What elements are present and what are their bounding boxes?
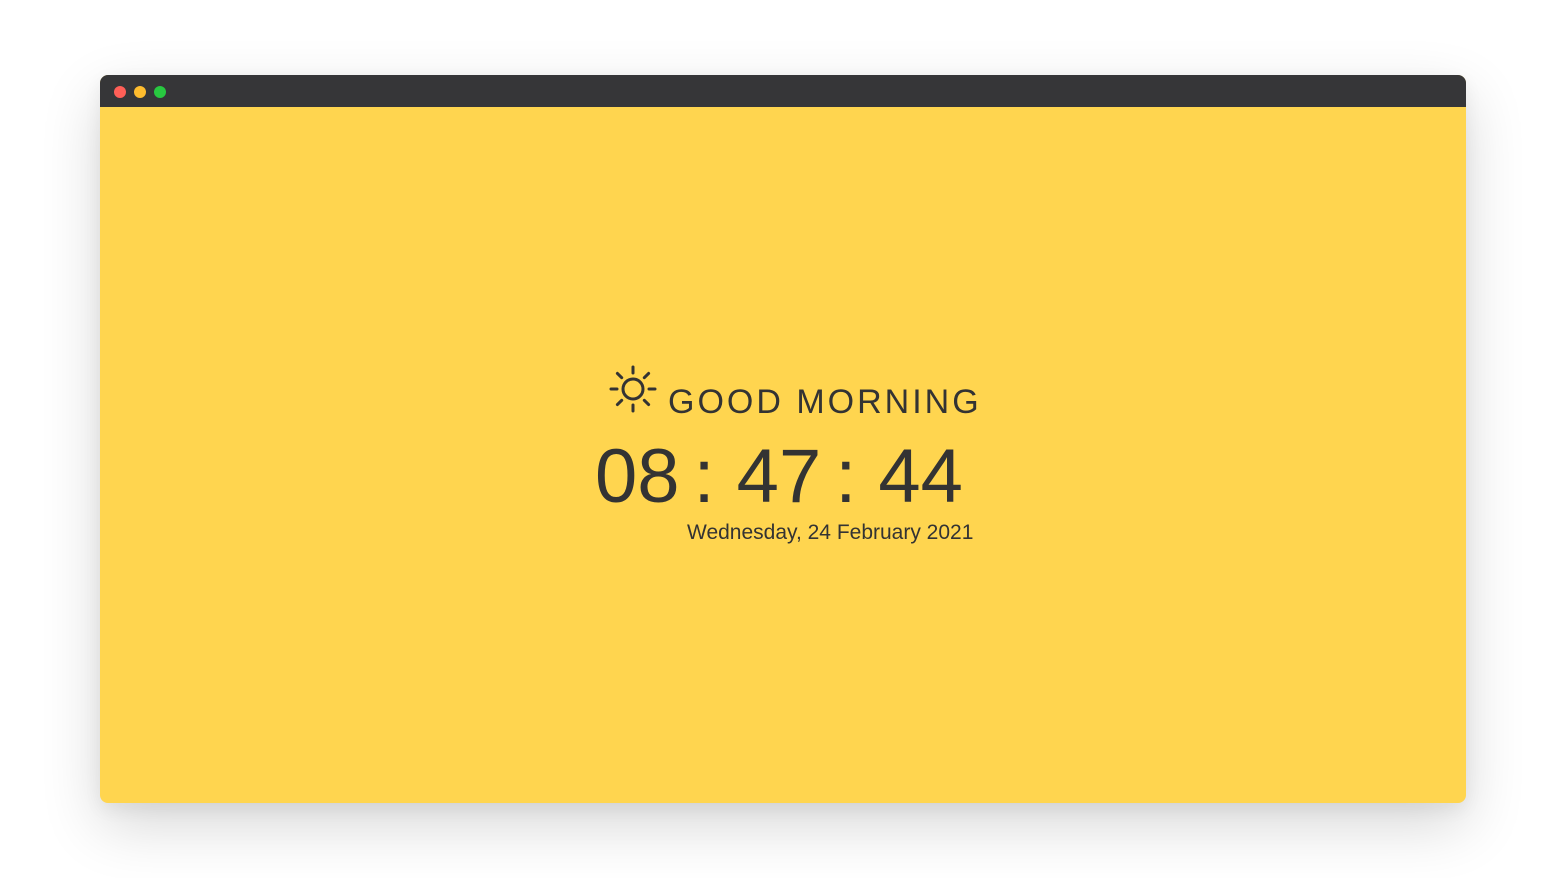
window-titlebar xyxy=(100,75,1466,107)
minimize-window-button[interactable] xyxy=(134,86,146,98)
clock-separator: : xyxy=(835,434,857,519)
zoom-window-button[interactable] xyxy=(154,86,166,98)
greeting-text: GOOD MORNING xyxy=(668,383,982,421)
sun-icon xyxy=(609,365,657,413)
clock-minutes: 47 xyxy=(736,434,822,519)
greeting: GOOD MORNING xyxy=(608,364,982,419)
clock-page: GOOD MORNING 08 : 47 : 44 Wednesday, 24 … xyxy=(100,107,1466,803)
clock-hours: 08 xyxy=(595,434,680,519)
date-display: Wednesday, 24 February 2021 xyxy=(687,521,974,544)
clock-seconds: 44 xyxy=(878,434,963,519)
close-window-button[interactable] xyxy=(114,86,126,98)
clock-separator: : xyxy=(693,434,715,519)
clock-display: 08 : 47 : 44 xyxy=(595,432,963,522)
browser-window: GOOD MORNING 08 : 47 : 44 Wednesday, 24 … xyxy=(100,75,1466,803)
